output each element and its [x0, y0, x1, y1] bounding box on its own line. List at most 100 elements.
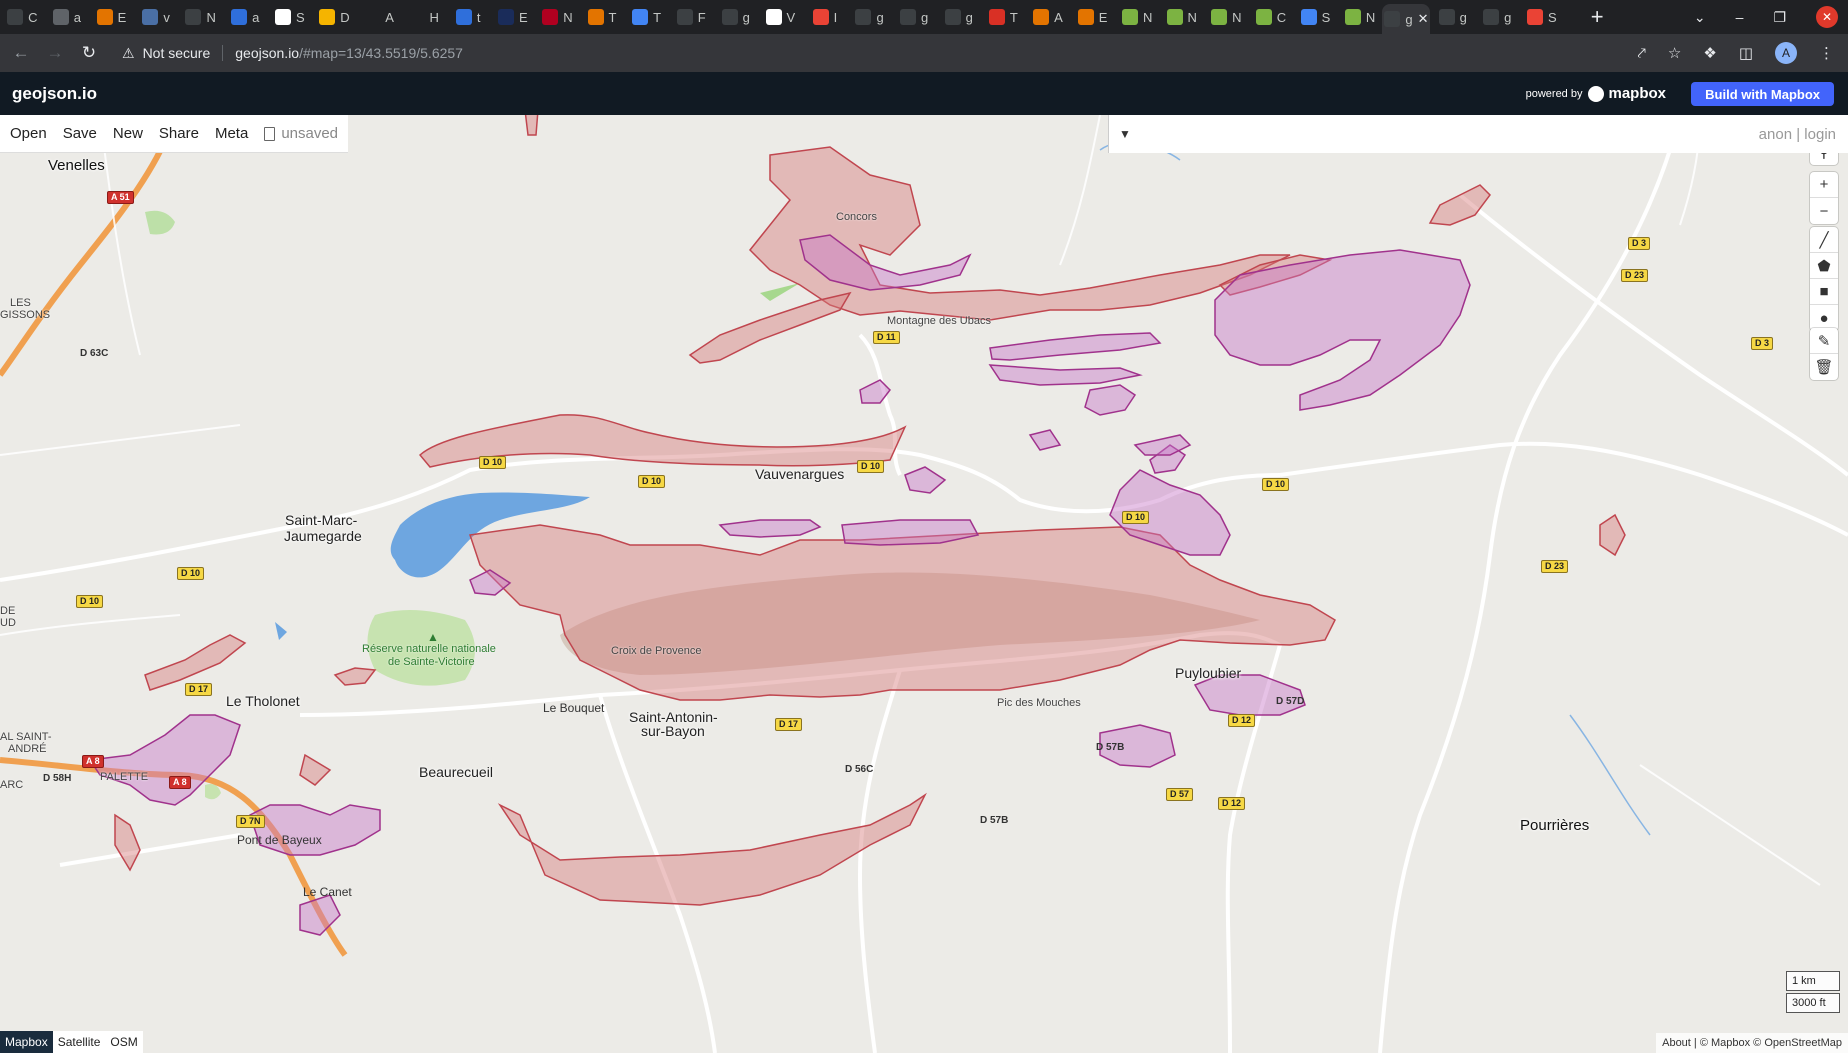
- extensions-icon[interactable]: ❖: [1703, 44, 1716, 62]
- build-with-mapbox-button[interactable]: Build with Mapbox: [1691, 82, 1834, 106]
- layer-mapbox[interactable]: Mapbox: [0, 1031, 53, 1053]
- login-link[interactable]: login: [1804, 126, 1836, 143]
- side-panel-icon[interactable]: ◫: [1739, 44, 1753, 62]
- place-de-2: UD: [0, 617, 16, 629]
- profile-avatar[interactable]: A: [1775, 42, 1797, 64]
- tab-title: g: [1504, 9, 1512, 25]
- new-button[interactable]: New: [105, 125, 151, 142]
- browser-tab[interactable]: D: [312, 0, 357, 34]
- restore-icon[interactable]: ❐: [1773, 9, 1786, 26]
- tab-title: H: [429, 9, 439, 25]
- browser-tab[interactable]: a: [45, 0, 90, 34]
- tab-title: N: [1365, 9, 1376, 25]
- zoom-out-icon[interactable]: −: [1810, 198, 1838, 224]
- road-shield-d57: D 57: [1166, 788, 1194, 801]
- tab-title: S: [1321, 9, 1331, 25]
- map-canvas[interactable]: Venelles Concors Montagne des Ubacs Vauv…: [0, 115, 1848, 1053]
- browser-tab[interactable]: g: [936, 0, 981, 34]
- road-shield-d10-f: D 10: [177, 567, 205, 580]
- browser-tab[interactable]: E: [491, 0, 536, 34]
- auth-separator: |: [1796, 125, 1801, 143]
- save-button[interactable]: Save: [55, 125, 105, 142]
- collapse-caret-icon[interactable]: ▼: [1119, 127, 1131, 141]
- file-toolbar: Open Save New Share Meta unsaved: [0, 115, 349, 153]
- bookmark-star-icon[interactable]: ☆: [1668, 44, 1681, 62]
- draw-polygon-icon[interactable]: ⬟: [1810, 253, 1838, 279]
- browser-tab[interactable]: T: [624, 0, 669, 34]
- draw-rectangle-icon[interactable]: ■: [1810, 279, 1838, 305]
- browser-tab[interactable]: I: [803, 0, 848, 34]
- tab-close-icon[interactable]: ✕: [1418, 11, 1429, 27]
- road-shield-d10-a: D 10: [479, 456, 507, 469]
- browser-tab[interactable]: H: [401, 0, 446, 34]
- road-shield-d10-e: D 10: [1122, 511, 1150, 524]
- tab-title: C: [1276, 9, 1287, 25]
- draw-line-icon[interactable]: ╱: [1810, 227, 1838, 253]
- tab-favicon-icon: [988, 9, 1005, 25]
- browser-tab[interactable]: g: [1475, 0, 1520, 34]
- forward-icon[interactable]: →: [42, 43, 68, 63]
- share-button[interactable]: Share: [151, 125, 207, 142]
- tab-title: g: [1405, 11, 1413, 27]
- open-button[interactable]: Open: [2, 125, 55, 142]
- browser-tab[interactable]: N: [1338, 0, 1383, 34]
- road-shield-d3-b: D 3: [1751, 337, 1774, 350]
- back-icon[interactable]: ←: [8, 43, 34, 63]
- trash-icon[interactable]: 🗑: [1810, 354, 1838, 380]
- browser-tab[interactable]: S: [268, 0, 313, 34]
- browser-tab[interactable]: A: [1026, 0, 1071, 34]
- browser-tab[interactable]: t: [446, 0, 491, 34]
- browser-tab[interactable]: N: [1115, 0, 1160, 34]
- browser-tab[interactable]: S: [1293, 0, 1338, 34]
- tab-favicon-icon: [1211, 9, 1228, 25]
- browser-tab[interactable]: N: [178, 0, 223, 34]
- browser-tab[interactable]: N: [1159, 0, 1204, 34]
- browser-menu-icon[interactable]: ⋮: [1819, 44, 1834, 62]
- edit-icon[interactable]: ✎: [1810, 328, 1838, 354]
- omnibox[interactable]: ⚠ Not secure geojson.io/#map=13/43.5519/…: [122, 45, 463, 62]
- browser-tab[interactable]: E: [89, 0, 134, 34]
- place-pont-de-bayeux: Pont de Bayeux: [237, 833, 322, 847]
- tab-favicon-icon: [542, 9, 559, 25]
- zoom-in-icon[interactable]: +: [1810, 172, 1838, 198]
- browser-tab[interactable]: g: [714, 0, 759, 34]
- window-close-icon[interactable]: ✕: [1816, 6, 1838, 28]
- tab-favicon-icon: [364, 9, 381, 25]
- app-title[interactable]: geojson.io: [12, 84, 97, 104]
- tab-favicon-icon: [52, 9, 69, 25]
- powered-by-mapbox[interactable]: powered by mapbox: [1526, 72, 1666, 115]
- tab-favicon-icon: [1438, 9, 1455, 25]
- browser-tab[interactable]: g ✕: [1382, 4, 1431, 34]
- layer-osm[interactable]: OSM: [105, 1031, 143, 1053]
- tab-search-icon[interactable]: ⌄: [1694, 9, 1706, 26]
- browser-tab[interactable]: T: [580, 0, 625, 34]
- road-d63c: D 63C: [80, 348, 109, 359]
- browser-tab[interactable]: C: [0, 0, 45, 34]
- browser-tab[interactable]: E: [1070, 0, 1115, 34]
- minimize-icon[interactable]: –: [1736, 9, 1744, 25]
- powered-by-label: powered by: [1525, 87, 1583, 100]
- browser-tab[interactable]: N: [1204, 0, 1249, 34]
- browser-tab[interactable]: g: [1430, 0, 1475, 34]
- meta-button[interactable]: Meta: [207, 125, 256, 142]
- browser-tab[interactable]: N: [535, 0, 580, 34]
- reload-icon[interactable]: ↻: [76, 43, 102, 63]
- tab-favicon-icon: [676, 9, 693, 25]
- browser-tab[interactable]: C: [1249, 0, 1294, 34]
- place-le-bouquet: Le Bouquet: [543, 701, 605, 715]
- tab-title: E: [518, 9, 528, 25]
- share-icon[interactable]: ⤤: [1637, 45, 1645, 62]
- browser-tab[interactable]: V: [758, 0, 803, 34]
- new-tab-button[interactable]: +: [1582, 4, 1612, 30]
- browser-tab[interactable]: T: [981, 0, 1026, 34]
- map-attribution[interactable]: About | © Mapbox © OpenStreetMap: [1656, 1033, 1848, 1053]
- browser-tab[interactable]: F: [669, 0, 714, 34]
- browser-tab[interactable]: A: [357, 0, 402, 34]
- browser-tab[interactable]: g: [892, 0, 937, 34]
- browser-tab[interactable]: S: [1520, 0, 1565, 34]
- place-montagne-des-ubacs: Montagne des Ubacs: [887, 315, 991, 327]
- browser-tab[interactable]: a: [223, 0, 268, 34]
- layer-satellite[interactable]: Satellite: [52, 1031, 106, 1053]
- browser-tab[interactable]: v: [134, 0, 179, 34]
- browser-tab[interactable]: g: [847, 0, 892, 34]
